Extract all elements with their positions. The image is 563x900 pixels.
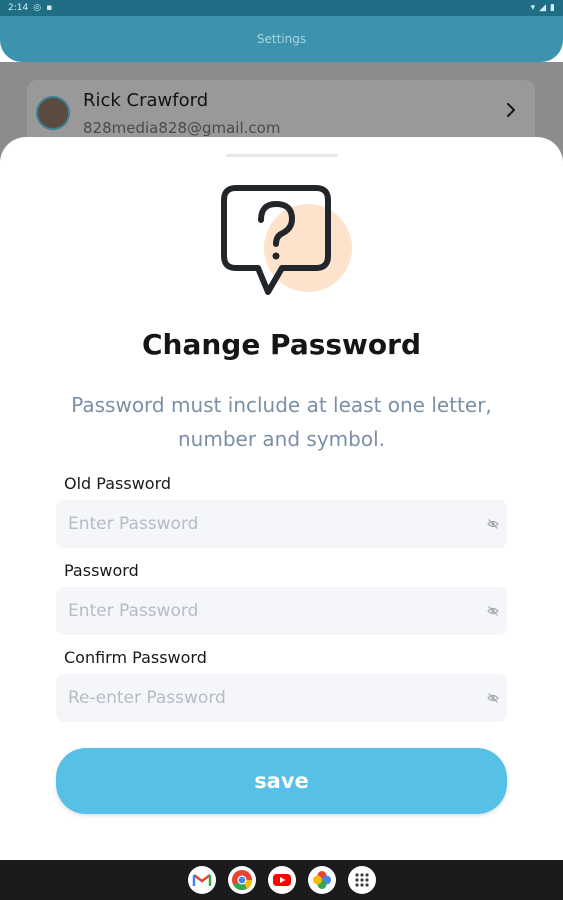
drag-handle[interactable]	[226, 154, 338, 157]
password-label: Password	[64, 561, 139, 580]
notification-icon: ◎	[33, 3, 42, 13]
avatar	[36, 96, 70, 130]
app-drawer-icon[interactable]	[347, 866, 376, 894]
password-field[interactable]	[56, 587, 507, 635]
status-time: 2:14	[8, 3, 29, 13]
gmail-icon[interactable]	[187, 866, 216, 894]
lock-icon: ▪	[46, 3, 53, 13]
status-bar: 2:14 ◎ ▪ ▾ ◢ ▮	[0, 0, 563, 16]
old-password-label: Old Password	[64, 474, 172, 493]
wifi-icon: ▾	[530, 3, 536, 13]
profile-name: Rick Crawford	[83, 90, 209, 111]
save-button[interactable]: save	[56, 748, 507, 814]
eye-off-icon[interactable]	[487, 605, 499, 617]
eye-off-icon[interactable]	[487, 692, 499, 704]
signal-icon: ◢	[539, 3, 547, 13]
confirm-password-field[interactable]	[56, 674, 507, 722]
dialog-description: Password must include at least one lette…	[71, 393, 492, 451]
chrome-icon[interactable]	[227, 866, 256, 894]
confirm-password-label: Confirm Password	[64, 648, 207, 667]
password-input[interactable]	[56, 587, 476, 635]
taskbar	[0, 860, 563, 900]
dialog-title: Change Password	[141, 328, 422, 361]
old-password-field[interactable]	[56, 500, 507, 548]
battery-icon: ▮	[550, 3, 555, 13]
youtube-icon[interactable]	[267, 866, 296, 894]
eye-off-icon[interactable]	[487, 518, 499, 530]
app-header: Settings	[0, 16, 563, 62]
chevron-right-icon[interactable]	[504, 103, 518, 117]
old-password-input[interactable]	[56, 500, 476, 548]
confirm-password-input[interactable]	[56, 674, 476, 722]
question-bubble-icon	[221, 185, 352, 295]
profile-email: 828media828@gmail.com	[83, 119, 281, 137]
header-title: Settings	[256, 32, 307, 46]
photos-icon[interactable]	[307, 866, 336, 894]
